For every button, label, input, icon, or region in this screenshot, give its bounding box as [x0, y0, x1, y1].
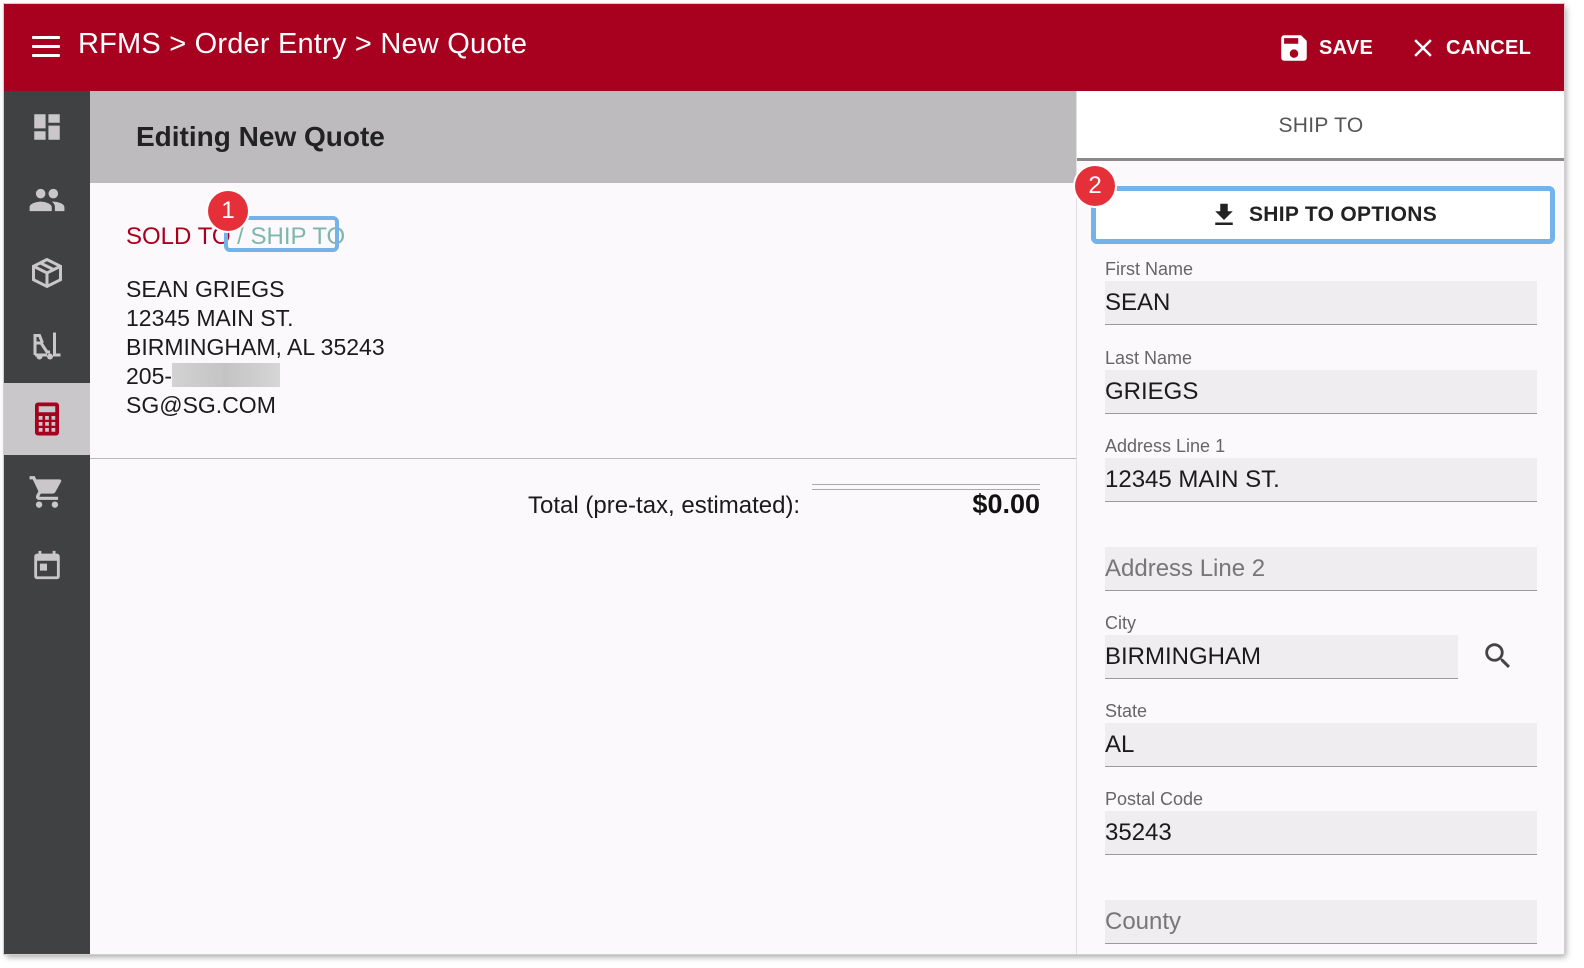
ship-to-panel: SHIP TO SHIP TO OPTIONS 2 First Name Las… — [1075, 91, 1564, 954]
city-label: City — [1105, 613, 1136, 633]
tab-ship-to-panel[interactable]: SHIP TO — [1077, 114, 1564, 138]
sidebar-item-customers[interactable] — [4, 164, 90, 236]
customer-street: 12345 MAIN ST. — [126, 305, 294, 331]
sidebar-item-warehouse[interactable] — [4, 310, 90, 382]
total-value: $0.00 — [972, 489, 1040, 519]
customer-phone: 205- — [126, 362, 385, 391]
quote-summary: SOLD TO / SHIP TO 1 SEAN GRIEGS 12345 MA… — [90, 183, 1076, 954]
calculator-icon — [35, 402, 59, 436]
step-badge-1: 1 — [208, 191, 248, 231]
customer-name: SEAN GRIEGS — [126, 276, 285, 302]
download-icon — [1215, 203, 1233, 225]
section-divider — [90, 458, 1076, 459]
calendar-icon — [34, 550, 60, 580]
county-input[interactable] — [1105, 900, 1537, 944]
postal-code-label: Postal Code — [1105, 789, 1204, 809]
step-badge-2: 2 — [1075, 166, 1115, 206]
ship-to-tabbar: SHIP TO — [1077, 91, 1564, 161]
last-name-label: Last Name — [1105, 348, 1193, 368]
address-block: SEAN GRIEGS 12345 MAIN ST. BIRMINGHAM, A… — [126, 275, 385, 420]
sidebar-nav — [4, 91, 90, 954]
save-label: SAVE — [1319, 36, 1374, 59]
hamburger-menu-icon[interactable] — [32, 35, 62, 59]
sidebar-item-products[interactable] — [4, 237, 90, 309]
save-icon — [1281, 35, 1307, 61]
total-label: Total (pre-tax, estimated): — [528, 492, 801, 519]
ship-to-options-button[interactable]: SHIP TO OPTIONS — [1091, 186, 1555, 244]
cancel-button[interactable]: CANCEL — [1408, 28, 1531, 68]
state-label: State — [1105, 701, 1148, 721]
tab-sold-to[interactable]: SOLD TO — [126, 223, 230, 250]
city-input[interactable] — [1105, 635, 1458, 679]
address-line2-input[interactable] — [1105, 547, 1537, 591]
breadcrumb-title: RFMS > Order Entry > New Quote — [78, 28, 528, 60]
city-search-icon[interactable] — [1481, 639, 1515, 673]
customer-email: SG@SG.COM — [126, 392, 276, 418]
sidebar-item-quotes[interactable] — [4, 383, 90, 455]
page-header: Editing New Quote — [90, 91, 1076, 183]
close-icon — [1414, 39, 1432, 57]
first-name-input[interactable] — [1105, 281, 1537, 325]
ship-to-options-label: SHIP TO OPTIONS — [1248, 203, 1438, 226]
address-line1-label: Address Line 1 — [1105, 436, 1226, 456]
sidebar-item-dashboard[interactable] — [4, 91, 90, 163]
state-input[interactable] — [1105, 723, 1537, 767]
last-name-input[interactable] — [1105, 370, 1537, 414]
app-window: RFMS > Order Entry > New Quote SAVE CANC… — [4, 4, 1564, 954]
postal-code-input[interactable] — [1105, 811, 1537, 855]
forklift-icon — [33, 332, 61, 360]
people-icon — [29, 188, 65, 212]
address-line1-input[interactable] — [1105, 458, 1537, 502]
sidebar-item-schedule[interactable] — [4, 529, 90, 601]
cancel-label: CANCEL — [1446, 36, 1532, 59]
top-app-bar: RFMS > Order Entry > New Quote SAVE CANC… — [4, 4, 1564, 91]
box-icon — [32, 257, 62, 289]
customer-city-state-zip: BIRMINGHAM, AL 35243 — [126, 334, 385, 360]
phone-redacted — [172, 363, 281, 387]
save-button[interactable]: SAVE — [1277, 28, 1373, 68]
phone-prefix: 205- — [126, 363, 173, 389]
page-title: Editing New Quote — [136, 121, 385, 152]
dashboard-icon — [34, 114, 60, 140]
sidebar-item-orders[interactable] — [4, 456, 90, 528]
first-name-label: First Name — [1105, 259, 1194, 279]
cart-icon — [29, 476, 62, 508]
